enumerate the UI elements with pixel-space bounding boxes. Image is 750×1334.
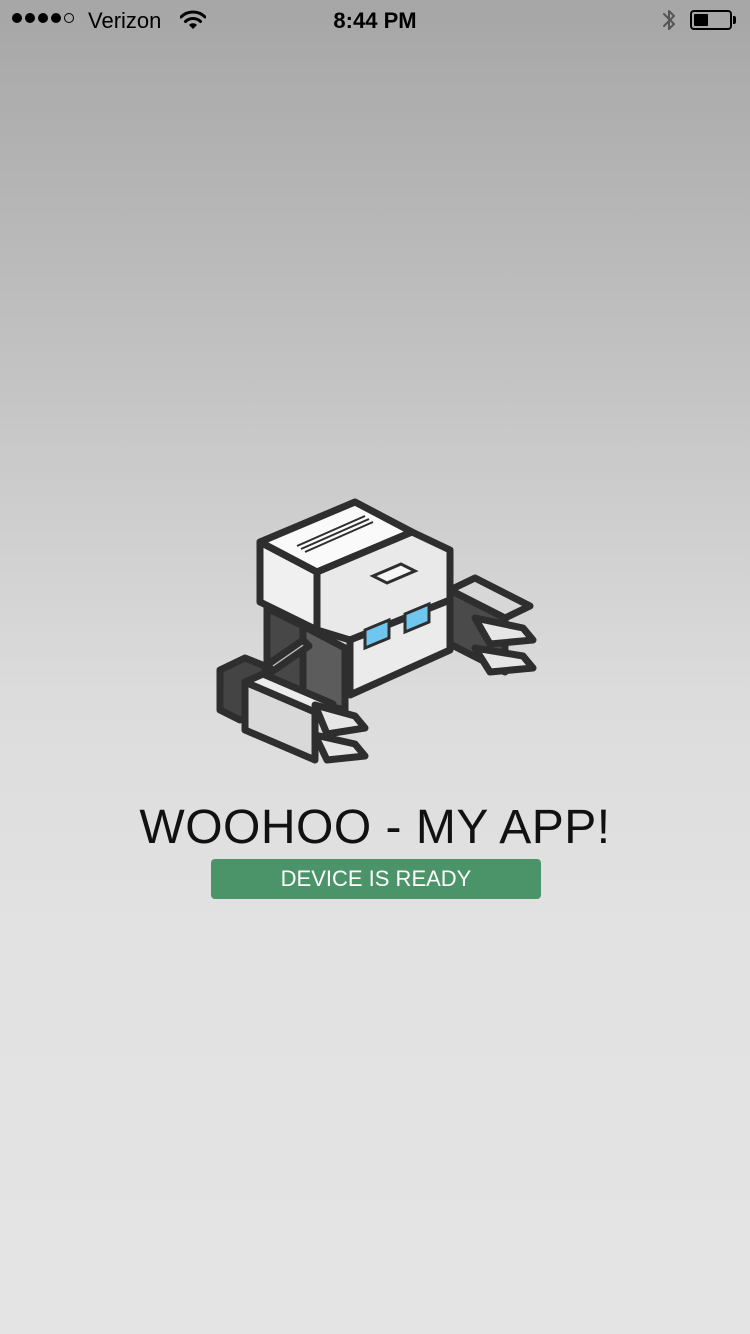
- app-title: WOOHOO - MY APP!: [139, 801, 611, 854]
- device-ready-badge: DEVICE IS READY: [211, 859, 541, 899]
- robot-logo: [205, 490, 545, 780]
- battery-tip: [733, 16, 736, 24]
- status-time: 8:44 PM: [333, 8, 417, 33]
- battery-icon: [690, 10, 732, 30]
- battery-level: [694, 14, 708, 26]
- status-bar: Verizon 8:44 PM: [0, 0, 750, 40]
- bluetooth-icon: [661, 7, 677, 38]
